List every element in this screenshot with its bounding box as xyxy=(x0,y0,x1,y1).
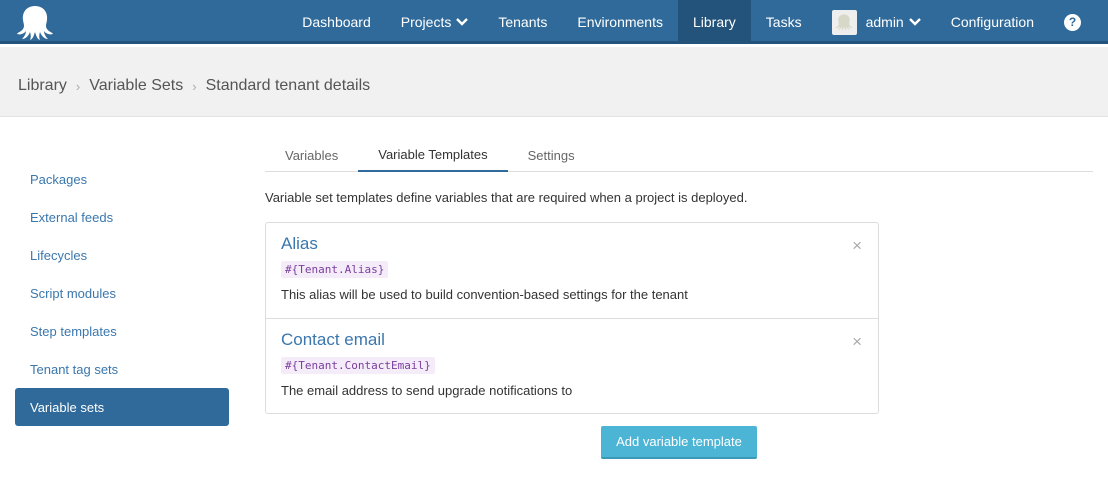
list-item: Alias #{Tenant.Alias} This alias will be… xyxy=(266,223,878,318)
sidebar-item-variable-sets[interactable]: Variable sets xyxy=(15,388,229,426)
nav-configuration[interactable]: Configuration xyxy=(936,0,1049,44)
breadcrumb-separator: › xyxy=(75,78,81,94)
nav-dashboard[interactable]: Dashboard xyxy=(287,0,386,44)
chevron-down-icon xyxy=(456,18,469,26)
breadcrumb-separator: › xyxy=(192,78,197,94)
breadcrumb-library[interactable]: Library xyxy=(18,77,67,95)
nav-projects[interactable]: Projects xyxy=(386,0,484,44)
sidebar-item-packages[interactable]: Packages xyxy=(15,160,229,198)
template-name[interactable]: Contact email xyxy=(281,330,863,350)
nav-library[interactable]: Library xyxy=(677,0,751,44)
top-navbar: Dashboard Projects Tenants Environments … xyxy=(0,0,1108,44)
nav-tenants-label: Tenants xyxy=(498,14,548,30)
sidebar-item-label: Script modules xyxy=(30,285,116,301)
template-name[interactable]: Alias xyxy=(281,234,863,254)
chevron-down-icon xyxy=(908,18,921,26)
nav-configuration-label: Configuration xyxy=(950,14,1034,30)
template-variable-code: #{Tenant.ContactEmail} xyxy=(281,357,435,374)
template-help-text: The email address to send upgrade notifi… xyxy=(281,383,573,398)
sidebar-item-label: Variable sets xyxy=(30,399,105,415)
template-list: Alias #{Tenant.Alias} This alias will be… xyxy=(265,222,879,414)
list-item: Contact email #{Tenant.ContactEmail} The… xyxy=(266,318,878,413)
sidebar-item-tenant-tag-sets[interactable]: Tenant tag sets xyxy=(15,350,229,388)
nav-environments[interactable]: Environments xyxy=(562,0,678,44)
nav-user-label: admin xyxy=(865,14,904,30)
sidebar-item-label: Lifecycles xyxy=(30,247,88,263)
tab-label: Variable Templates xyxy=(378,146,488,162)
sidebar-item-label: External feeds xyxy=(30,209,114,225)
templates-description: Variable set templates define variables … xyxy=(265,190,748,205)
avatar xyxy=(831,9,857,35)
help-icon: ? xyxy=(1064,13,1081,31)
nav-help[interactable]: ? xyxy=(1049,0,1108,44)
user-avatar-icon xyxy=(835,14,853,31)
tab-settings[interactable]: Settings xyxy=(508,138,595,172)
nav-projects-label: Projects xyxy=(400,14,452,30)
nav-environments-label: Environments xyxy=(577,14,663,30)
add-variable-template-button[interactable]: Add variable template xyxy=(601,426,757,459)
sidebar-item-external-feeds[interactable]: External feeds xyxy=(15,198,229,236)
sidebar-item-lifecycles[interactable]: Lifecycles xyxy=(15,236,229,274)
template-help-text: This alias will be used to build convent… xyxy=(281,287,688,302)
tab-variables[interactable]: Variables xyxy=(265,138,358,172)
sidebar-item-script-modules[interactable]: Script modules xyxy=(15,274,229,312)
nav-tasks-label: Tasks xyxy=(765,14,802,30)
nav-tenants[interactable]: Tenants xyxy=(483,0,562,44)
nav-user-menu[interactable]: admin xyxy=(817,0,936,44)
library-sidebar: Packages External feeds Lifecycles Scrip… xyxy=(15,160,229,426)
sidebar-item-label: Step templates xyxy=(30,323,117,339)
sidebar-item-step-templates[interactable]: Step templates xyxy=(15,312,229,350)
sidebar-item-label: Packages xyxy=(30,171,88,187)
octopus-logo-icon[interactable] xyxy=(16,4,54,40)
page-header: Library › Variable Sets › Standard tenan… xyxy=(0,47,1108,117)
main-nav: Dashboard Projects Tenants Environments … xyxy=(287,0,1108,44)
tab-label: Settings xyxy=(527,147,575,163)
template-variable-code: #{Tenant.Alias} xyxy=(281,261,389,278)
close-icon[interactable]: × xyxy=(852,333,862,350)
page-title: Standard tenant details xyxy=(205,77,371,94)
breadcrumb-variable-sets[interactable]: Variable Sets xyxy=(89,77,183,95)
tab-variable-templates[interactable]: Variable Templates xyxy=(358,138,508,172)
nav-library-label: Library xyxy=(692,14,736,30)
close-icon[interactable]: × xyxy=(852,237,862,254)
breadcrumb: Library › Variable Sets › Standard tenan… xyxy=(18,77,370,95)
tab-label: Variables xyxy=(285,147,339,163)
nav-dashboard-label: Dashboard xyxy=(302,14,371,30)
sidebar-item-label: Tenant tag sets xyxy=(30,361,119,377)
nav-tasks[interactable]: Tasks xyxy=(751,0,817,44)
tab-bar: Variables Variable Templates Settings xyxy=(265,138,1093,172)
